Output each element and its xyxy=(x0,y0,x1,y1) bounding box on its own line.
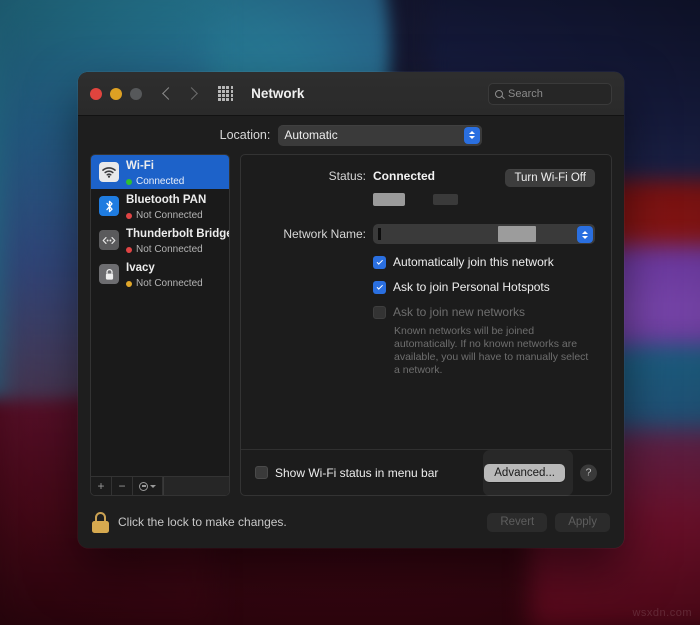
checkbox-new-networks-row: Ask to join new networks xyxy=(373,305,595,319)
chevron-left-icon[interactable] xyxy=(162,87,175,100)
watermark: wsxdn.com xyxy=(632,607,692,619)
minimize-button[interactable] xyxy=(110,87,122,100)
redacted-block-primary xyxy=(373,193,405,206)
lock-hint-text: Click the lock to make changes. xyxy=(118,515,287,529)
wifi-detail-panel: Status: Connected Turn Wi-Fi Off Network… xyxy=(240,154,612,496)
page-title: Network xyxy=(251,86,305,101)
network-preferences-window: Network Search Location: Automatic Wi-Fi… xyxy=(78,72,624,548)
location-row: Location: Automatic xyxy=(78,116,624,154)
status-dot xyxy=(126,213,132,219)
status-dot xyxy=(126,247,132,253)
add-service-button[interactable]: + xyxy=(91,477,112,495)
location-label: Location: xyxy=(219,128,271,142)
bluetooth-icon xyxy=(99,196,119,216)
checkbox-show-status-row[interactable]: Show Wi-Fi status in menu bar xyxy=(255,466,438,480)
location-select[interactable]: Automatic xyxy=(278,124,483,146)
network-name-row: Network Name: xyxy=(257,224,595,244)
sidebar-item-status: Not Connected xyxy=(126,210,206,222)
window-titlebar: Network Search xyxy=(78,72,624,116)
close-button[interactable] xyxy=(90,87,102,100)
text-caret xyxy=(378,228,381,240)
sidebar-item-wi-fi[interactable]: Wi-Fi Connected xyxy=(91,155,229,189)
sidebar-item-ivacy[interactable]: Ivacy Not Connected xyxy=(91,257,229,291)
help-button[interactable]: ? xyxy=(580,464,597,481)
chevron-right-icon[interactable] xyxy=(185,87,198,100)
status-dot xyxy=(126,179,132,185)
checkbox-show-status-label: Show Wi-Fi status in menu bar xyxy=(275,465,439,480)
apply-button[interactable]: Apply xyxy=(555,512,610,532)
sidebar-item-label: Wi-Fi xyxy=(126,160,154,172)
status-dot xyxy=(126,281,132,287)
status-text: Not Connected xyxy=(136,244,203,255)
navigation-buttons xyxy=(162,87,198,100)
lock-closed-icon[interactable] xyxy=(92,511,109,533)
status-value: Connected xyxy=(373,169,436,183)
checkbox-personal-hotspots-label: Ask to join Personal Hotspots xyxy=(393,280,550,294)
traffic-lights xyxy=(90,87,142,100)
window-body: Wi-Fi Connected Bluetooth PAN Not Connec… xyxy=(78,154,624,496)
status-label: Status: xyxy=(328,169,366,183)
desktop-wallpaper: wsxdn.com Network Search Location: Autom… xyxy=(0,0,700,625)
checkbox-new-networks xyxy=(373,305,386,319)
checkbox-new-networks-label: Ask to join new networks xyxy=(393,305,526,319)
status-text: Not Connected xyxy=(136,278,203,289)
network-name-select[interactable] xyxy=(373,224,595,244)
checkbox-auto-join-row[interactable]: Automatically join this network xyxy=(373,255,595,269)
window-footer: Click the lock to make changes. Revert A… xyxy=(78,496,624,548)
checkbox-personal-hotspots-row[interactable]: Ask to join Personal Hotspots xyxy=(373,280,595,294)
search-placeholder: Search xyxy=(508,87,543,100)
sidebar-footer: + − xyxy=(91,476,229,495)
action-gear-icon[interactable] xyxy=(133,477,163,495)
detail-content: Status: Connected Turn Wi-Fi Off Network… xyxy=(241,155,611,449)
checkbox-show-status[interactable] xyxy=(255,466,268,479)
status-redaction-row xyxy=(257,193,595,206)
status-row: Status: Connected Turn Wi-Fi Off xyxy=(257,169,595,187)
sidebar-item-status: Connected xyxy=(126,176,184,188)
sidebar-item-label: Bluetooth PAN xyxy=(126,194,207,206)
sidebar-item-status: Not Connected xyxy=(126,278,203,290)
sidebar-item-thunderbolt-bridge[interactable]: Thunderbolt Bridge Not Connected xyxy=(91,223,229,257)
sidebar-item-label: Thunderbolt Bridge xyxy=(126,228,229,240)
show-all-grid-icon[interactable] xyxy=(218,85,234,102)
sidebar-item-status: Not Connected xyxy=(126,244,221,256)
footer-actions: Revert Apply xyxy=(487,512,610,532)
zoom-button[interactable] xyxy=(130,87,142,100)
status-text: Connected xyxy=(136,176,185,187)
search-input[interactable]: Search xyxy=(488,82,612,105)
remove-service-button[interactable]: − xyxy=(112,477,133,495)
redacted-block-secondary xyxy=(433,194,458,205)
sidebar-footer-filler xyxy=(163,477,229,495)
chevron-updown-icon xyxy=(463,126,480,144)
sidebar-item-bluetooth-pan[interactable]: Bluetooth PAN Not Connected xyxy=(91,189,229,223)
turn-wifi-off-button[interactable]: Turn Wi-Fi Off xyxy=(505,169,595,187)
location-selected-value: Automatic xyxy=(284,128,338,142)
checkbox-auto-join-label: Automatically join this network xyxy=(393,255,554,269)
network-name-label: Network Name: xyxy=(283,227,366,241)
thunderbolt-icon xyxy=(99,230,119,250)
revert-button[interactable]: Revert xyxy=(487,512,548,532)
sidebar-item-label: Ivacy xyxy=(126,262,155,274)
status-text: Not Connected xyxy=(136,210,203,221)
search-icon xyxy=(495,89,503,98)
wifi-icon xyxy=(99,162,119,182)
services-list: Wi-Fi Connected Bluetooth PAN Not Connec… xyxy=(91,155,229,476)
chevron-updown-icon xyxy=(576,226,593,243)
lock-icon xyxy=(99,264,119,284)
services-sidebar: Wi-Fi Connected Bluetooth PAN Not Connec… xyxy=(90,154,230,496)
checkbox-auto-join[interactable] xyxy=(373,255,386,269)
checkbox-personal-hotspots[interactable] xyxy=(373,280,386,294)
advanced-button[interactable]: Advanced... xyxy=(484,463,565,482)
detail-footer: Show Wi-Fi status in menu bar Advanced..… xyxy=(241,449,611,496)
redacted-network-name xyxy=(498,226,536,242)
networks-hint-text: Known networks will be joined automatica… xyxy=(394,325,589,376)
